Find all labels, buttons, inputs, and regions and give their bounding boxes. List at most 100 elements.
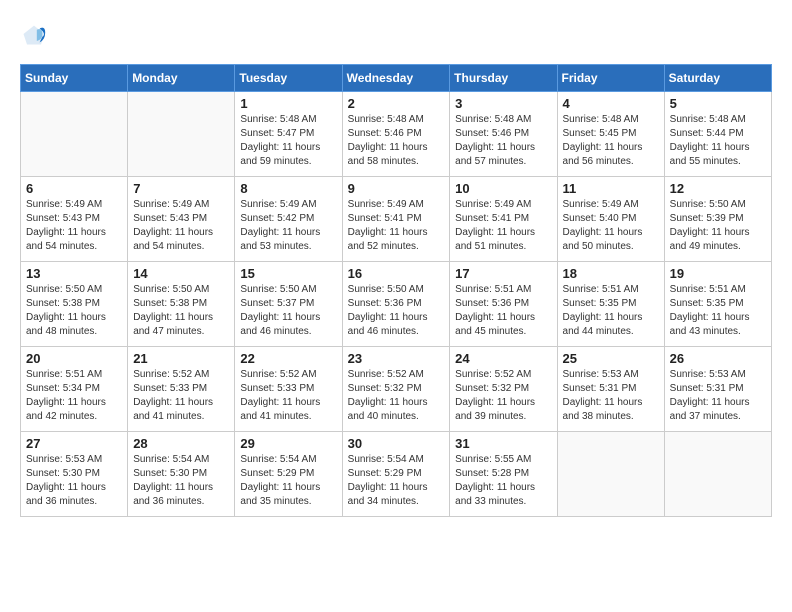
day-detail: Sunrise: 5:51 AM Sunset: 5:36 PM Dayligh… xyxy=(455,283,551,339)
calendar-cell: 6Sunrise: 5:49 AM Sunset: 5:43 PM Daylig… xyxy=(21,177,128,262)
day-header-saturday: Saturday xyxy=(664,65,771,92)
day-detail: Sunrise: 5:51 AM Sunset: 5:34 PM Dayligh… xyxy=(26,368,122,424)
calendar-cell: 16 Sunrise: 5:50 AM Sunset: 5:36 PM Dayli… xyxy=(342,262,450,347)
day-number: 10 xyxy=(455,181,551,196)
day-number: 23 xyxy=(348,351,445,366)
day-detail: Sunrise: 5:49 AM Sunset: 5:42 PM Dayligh… xyxy=(240,198,336,254)
day-detail: Sunrise: 5:54 AM Sunset: 5:29 PM Dayligh… xyxy=(240,453,336,509)
day-number: 31 xyxy=(455,436,551,451)
logo xyxy=(20,20,52,48)
day-detail: Sunrise: 5:48 AM Sunset: 5:44 PM Dayligh… xyxy=(670,113,766,169)
day-header-friday: Friday xyxy=(557,65,664,92)
day-number: 9 xyxy=(348,181,445,196)
day-header-wednesday: Wednesday xyxy=(342,65,450,92)
day-number: 16 xyxy=(348,266,445,281)
day-detail: Sunrise: 5:52 AM Sunset: 5:32 PM Dayligh… xyxy=(348,368,445,424)
calendar-cell: 22 Sunrise: 5:52 AM Sunset: 5:33 PM Dayli… xyxy=(235,347,342,432)
week-row-5: 27 Sunrise: 5:53 AM Sunset: 5:30 PM Dayli… xyxy=(21,432,772,517)
calendar-cell: 28Sunrise: 5:54 AM Sunset: 5:30 PM Dayli… xyxy=(128,432,235,517)
calendar-cell: 15 Sunrise: 5:50 AM Sunset: 5:37 PM Dayli… xyxy=(235,262,342,347)
day-detail: Sunrise: 5:52 AM Sunset: 5:33 PM Dayligh… xyxy=(240,368,336,424)
calendar-cell xyxy=(21,92,128,177)
day-number: 17 xyxy=(455,266,551,281)
day-detail: Sunrise: 5:49 AM Sunset: 5:40 PM Dayligh… xyxy=(563,198,659,254)
calendar-cell: 26 Sunrise: 5:53 AM Sunset: 5:31 PM Dayli… xyxy=(664,347,771,432)
day-detail: Sunrise: 5:52 AM Sunset: 5:33 PM Dayligh… xyxy=(133,368,229,424)
calendar-cell xyxy=(128,92,235,177)
week-row-3: 13 Sunrise: 5:50 AM Sunset: 5:38 PM Dayli… xyxy=(21,262,772,347)
day-detail: Sunrise: 5:49 AM Sunset: 5:43 PM Dayligh… xyxy=(133,198,229,254)
day-header-monday: Monday xyxy=(128,65,235,92)
day-detail: Sunrise: 5:53 AM Sunset: 5:30 PM Dayligh… xyxy=(26,453,122,509)
calendar-cell xyxy=(664,432,771,517)
calendar-cell: 29 Sunrise: 5:54 AM Sunset: 5:29 PM Dayli… xyxy=(235,432,342,517)
day-detail: Sunrise: 5:50 AM Sunset: 5:37 PM Dayligh… xyxy=(240,283,336,339)
calendar-cell: 31 Sunrise: 5:55 AM Sunset: 5:28 PM Dayli… xyxy=(450,432,557,517)
day-detail: Sunrise: 5:53 AM Sunset: 5:31 PM Dayligh… xyxy=(563,368,659,424)
day-number: 5 xyxy=(670,96,766,111)
calendar-cell: 23 Sunrise: 5:52 AM Sunset: 5:32 PM Dayli… xyxy=(342,347,450,432)
day-detail: Sunrise: 5:50 AM Sunset: 5:39 PM Dayligh… xyxy=(670,198,766,254)
day-header-thursday: Thursday xyxy=(450,65,557,92)
day-number: 2 xyxy=(348,96,445,111)
calendar-cell: 5 Sunrise: 5:48 AM Sunset: 5:44 PM Daylig… xyxy=(664,92,771,177)
calendar-cell: 18Sunrise: 5:51 AM Sunset: 5:35 PM Dayli… xyxy=(557,262,664,347)
day-detail: Sunrise: 5:51 AM Sunset: 5:35 PM Dayligh… xyxy=(563,283,659,339)
day-number: 6 xyxy=(26,181,122,196)
day-number: 8 xyxy=(240,181,336,196)
day-detail: Sunrise: 5:55 AM Sunset: 5:28 PM Dayligh… xyxy=(455,453,551,509)
day-detail: Sunrise: 5:50 AM Sunset: 5:36 PM Dayligh… xyxy=(348,283,445,339)
day-detail: Sunrise: 5:53 AM Sunset: 5:31 PM Dayligh… xyxy=(670,368,766,424)
day-number: 30 xyxy=(348,436,445,451)
calendar-cell: 11 Sunrise: 5:49 AM Sunset: 5:40 PM Dayli… xyxy=(557,177,664,262)
calendar-cell: 21 Sunrise: 5:52 AM Sunset: 5:33 PM Dayli… xyxy=(128,347,235,432)
day-detail: Sunrise: 5:48 AM Sunset: 5:46 PM Dayligh… xyxy=(455,113,551,169)
day-number: 19 xyxy=(670,266,766,281)
week-row-1: 1 Sunrise: 5:48 AM Sunset: 5:47 PM Daylig… xyxy=(21,92,772,177)
calendar-cell: 4Sunrise: 5:48 AM Sunset: 5:45 PM Daylig… xyxy=(557,92,664,177)
day-header-sunday: Sunday xyxy=(21,65,128,92)
day-number: 29 xyxy=(240,436,336,451)
day-detail: Sunrise: 5:48 AM Sunset: 5:46 PM Dayligh… xyxy=(348,113,445,169)
day-number: 3 xyxy=(455,96,551,111)
calendar-cell: 3 Sunrise: 5:48 AM Sunset: 5:46 PM Daylig… xyxy=(450,92,557,177)
day-detail: Sunrise: 5:51 AM Sunset: 5:35 PM Dayligh… xyxy=(670,283,766,339)
day-number: 4 xyxy=(563,96,659,111)
day-number: 14 xyxy=(133,266,229,281)
calendar-cell xyxy=(557,432,664,517)
calendar-cell: 9 Sunrise: 5:49 AM Sunset: 5:41 PM Daylig… xyxy=(342,177,450,262)
day-detail: Sunrise: 5:50 AM Sunset: 5:38 PM Dayligh… xyxy=(133,283,229,339)
day-number: 27 xyxy=(26,436,122,451)
day-detail: Sunrise: 5:54 AM Sunset: 5:30 PM Dayligh… xyxy=(133,453,229,509)
calendar-cell: 1 Sunrise: 5:48 AM Sunset: 5:47 PM Daylig… xyxy=(235,92,342,177)
day-number: 26 xyxy=(670,351,766,366)
day-detail: Sunrise: 5:48 AM Sunset: 5:47 PM Dayligh… xyxy=(240,113,336,169)
day-detail: Sunrise: 5:50 AM Sunset: 5:38 PM Dayligh… xyxy=(26,283,122,339)
calendar-cell: 30Sunrise: 5:54 AM Sunset: 5:29 PM Dayli… xyxy=(342,432,450,517)
day-number: 22 xyxy=(240,351,336,366)
calendar-cell: 20 Sunrise: 5:51 AM Sunset: 5:34 PM Dayli… xyxy=(21,347,128,432)
day-number: 7 xyxy=(133,181,229,196)
day-number: 21 xyxy=(133,351,229,366)
day-detail: Sunrise: 5:49 AM Sunset: 5:41 PM Dayligh… xyxy=(348,198,445,254)
day-number: 1 xyxy=(240,96,336,111)
day-number: 12 xyxy=(670,181,766,196)
calendar-cell: 25 Sunrise: 5:53 AM Sunset: 5:31 PM Dayli… xyxy=(557,347,664,432)
day-number: 11 xyxy=(563,181,659,196)
day-detail: Sunrise: 5:49 AM Sunset: 5:41 PM Dayligh… xyxy=(455,198,551,254)
calendar-cell: 17 Sunrise: 5:51 AM Sunset: 5:36 PM Dayli… xyxy=(450,262,557,347)
day-number: 24 xyxy=(455,351,551,366)
day-number: 13 xyxy=(26,266,122,281)
day-number: 15 xyxy=(240,266,336,281)
calendar-cell: 24Sunrise: 5:52 AM Sunset: 5:32 PM Dayli… xyxy=(450,347,557,432)
day-number: 20 xyxy=(26,351,122,366)
calendar-header-row: SundayMondayTuesdayWednesdayThursdayFrid… xyxy=(21,65,772,92)
calendar-cell: 2 Sunrise: 5:48 AM Sunset: 5:46 PM Daylig… xyxy=(342,92,450,177)
calendar-cell: 7 Sunrise: 5:49 AM Sunset: 5:43 PM Daylig… xyxy=(128,177,235,262)
calendar-cell: 10 Sunrise: 5:49 AM Sunset: 5:41 PM Dayli… xyxy=(450,177,557,262)
calendar-cell: 19 Sunrise: 5:51 AM Sunset: 5:35 PM Dayli… xyxy=(664,262,771,347)
calendar-cell: 27 Sunrise: 5:53 AM Sunset: 5:30 PM Dayli… xyxy=(21,432,128,517)
page-header xyxy=(20,20,772,48)
logo-icon xyxy=(20,20,48,48)
day-number: 25 xyxy=(563,351,659,366)
